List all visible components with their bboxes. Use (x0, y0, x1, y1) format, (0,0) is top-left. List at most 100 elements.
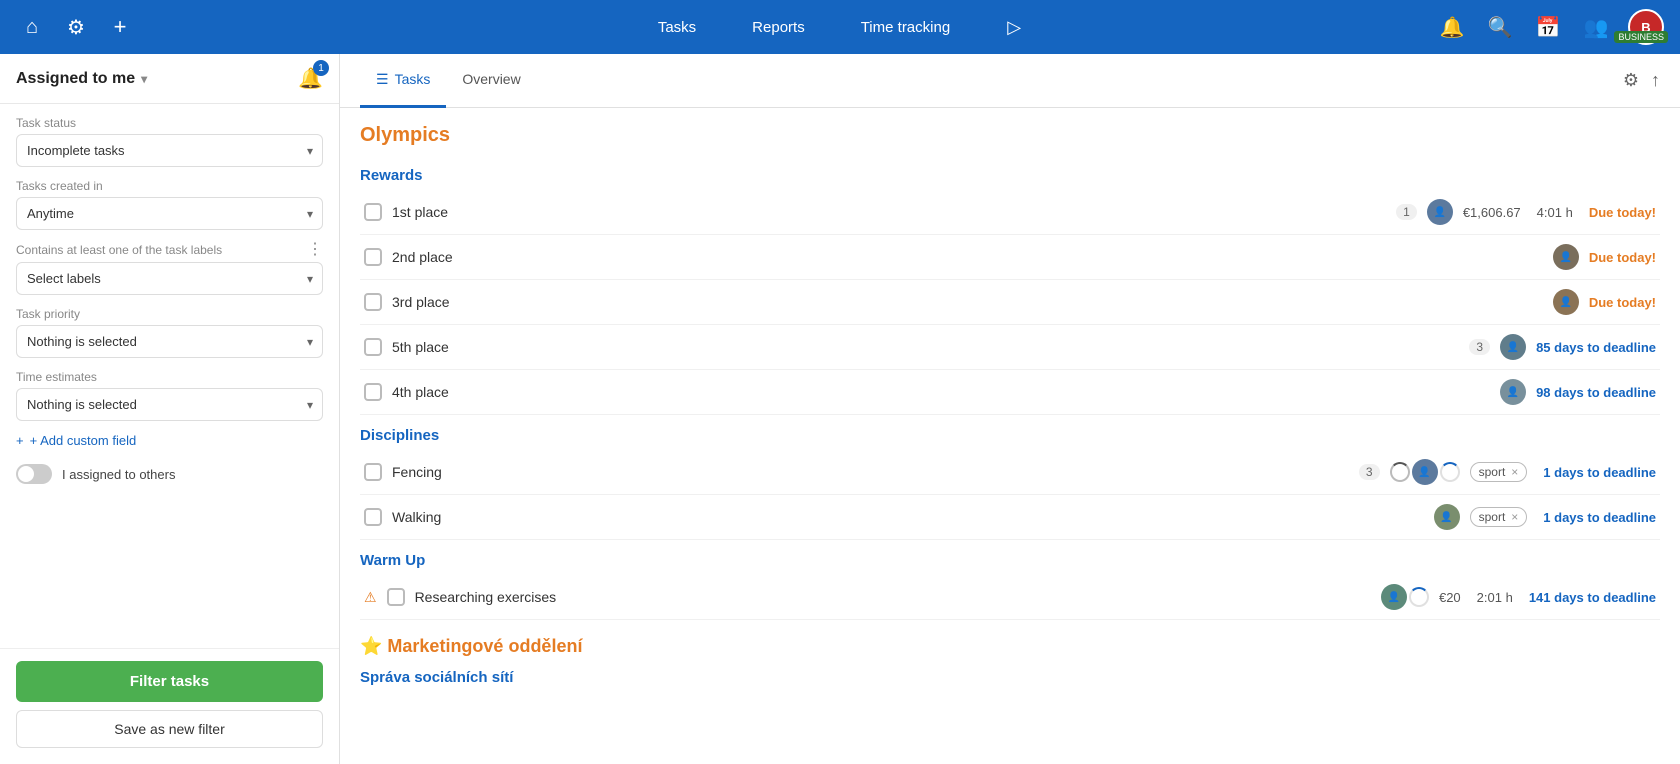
progress-circle-icon (1409, 587, 1429, 607)
task-deadline: 1 days to deadline (1543, 510, 1656, 525)
remove-tag-icon[interactable]: × (1511, 510, 1518, 524)
table-row[interactable]: 1st place 1 👤 €1,606.67 4:01 h Due today… (360, 190, 1660, 235)
more-options-icon[interactable]: ⋮ (307, 242, 323, 258)
add-icon[interactable]: + (104, 11, 136, 43)
sport-tag: sport × (1470, 462, 1528, 482)
task-checkbox[interactable] (364, 293, 382, 311)
calendar-icon[interactable]: 📅 (1532, 11, 1564, 43)
assigned-to-others-toggle[interactable] (16, 464, 52, 484)
play-icon[interactable]: ▷ (998, 11, 1030, 43)
table-row[interactable]: Walking 👤 sport × 1 days to deadline (360, 495, 1660, 540)
task-name: 2nd place (392, 249, 1543, 265)
time-label: Time estimates (16, 370, 323, 384)
nav-reports[interactable]: Reports (744, 15, 813, 40)
tab-overview[interactable]: Overview (446, 54, 536, 108)
time-select-wrap: Nothing is selected ▾ (16, 388, 323, 421)
task-meta: €1,606.67 4:01 h Due today! (1463, 205, 1656, 220)
tasks-created-select-wrap: Anytime Today This week This month ▾ (16, 197, 323, 230)
task-name: 5th place (392, 339, 1459, 355)
settings-icon[interactable]: ⚙ (1623, 70, 1639, 91)
tab-tasks[interactable]: ☰ Tasks (360, 54, 446, 108)
task-deadline: 1 days to deadline (1543, 465, 1656, 480)
task-deadline: Due today! (1589, 205, 1656, 220)
sidebar-footer: Filter tasks Save as new filter (0, 648, 339, 764)
sidebar-title-text: Assigned to me (16, 70, 135, 88)
task-name: Walking (392, 509, 1424, 525)
avatar: 👤 (1553, 289, 1579, 315)
assigned-to-me-title[interactable]: Assigned to me ▾ (16, 70, 147, 88)
list-icon: ☰ (376, 71, 389, 88)
priority-label: Task priority (16, 307, 323, 321)
task-avatars: 👤 (1427, 199, 1453, 225)
tasks-header-right: ⚙ ↑ (1623, 70, 1660, 91)
tasks-header: ☰ Tasks Overview ⚙ ↑ (340, 54, 1680, 108)
task-deadline: Due today! (1589, 295, 1656, 310)
task-list: Olympics Rewards 1st place 1 👤 €1,606.67… (340, 108, 1680, 764)
task-deadline: 141 days to deadline (1529, 590, 1656, 605)
priority-select[interactable]: Nothing is selected Low Medium High (16, 325, 323, 358)
task-avatars: 👤 (1500, 379, 1526, 405)
save-as-new-filter-button[interactable]: Save as new filter (16, 710, 323, 748)
task-avatars: 👤 (1434, 504, 1460, 530)
chevron-down-icon: ▾ (141, 72, 147, 86)
task-status-label: Task status (16, 116, 323, 130)
plus-icon: + (16, 433, 24, 448)
nav-time-tracking[interactable]: Time tracking (853, 15, 958, 40)
task-checkbox[interactable] (364, 203, 382, 221)
table-row[interactable]: 4th place 👤 98 days to deadline (360, 370, 1660, 415)
tasks-tabs: ☰ Tasks Overview (360, 54, 537, 108)
task-status-select[interactable]: Incomplete tasks Complete tasks All task… (16, 134, 323, 167)
sidebar: Assigned to me ▾ 🔔 1 Task status Incompl… (0, 54, 340, 764)
task-avatars: 👤 (1381, 584, 1429, 610)
table-row[interactable]: ⚠ Researching exercises 👤 €20 2:01 h 141… (360, 575, 1660, 620)
task-time: 2:01 h (1477, 590, 1513, 605)
tasks-created-select[interactable]: Anytime Today This week This month (16, 197, 323, 230)
group-disciplines: Disciplines (360, 415, 1660, 450)
nav-projects[interactable]: Tasks (650, 15, 704, 40)
avatar: 👤 (1427, 199, 1453, 225)
search-icon[interactable]: 🔍 (1484, 11, 1516, 43)
task-meta: 98 days to deadline (1536, 385, 1656, 400)
task-count: 1 (1396, 204, 1417, 220)
project-olympics: Olympics (360, 108, 1660, 155)
notifications-icon[interactable]: 🔔 (1436, 11, 1468, 43)
toggle-row: I assigned to others (16, 456, 323, 492)
progress-circle-icon (1440, 462, 1460, 482)
notification-bell[interactable]: 🔔 1 (298, 66, 323, 91)
top-navigation: ⌂ ⚙ + Tasks Reports Time tracking ▷ 🔔 🔍 … (0, 0, 1680, 54)
users-icon[interactable]: 👥 (1580, 11, 1612, 43)
home-icon[interactable]: ⌂ (16, 11, 48, 43)
task-price: €20 (1439, 590, 1461, 605)
labels-select[interactable]: Select labels (16, 262, 323, 295)
table-row[interactable]: 5th place 3 👤 85 days to deadline (360, 325, 1660, 370)
time-select[interactable]: Nothing is selected (16, 388, 323, 421)
task-checkbox[interactable] (364, 248, 382, 266)
settings-icon[interactable]: ⚙ (60, 11, 92, 43)
notification-badge: 1 (313, 60, 329, 76)
tasks-created-label: Tasks created in (16, 179, 323, 193)
task-deadline: 85 days to deadline (1536, 340, 1656, 355)
task-checkbox[interactable] (364, 463, 382, 481)
table-row[interactable]: 2nd place 👤 Due today! (360, 235, 1660, 280)
task-checkbox[interactable] (364, 338, 382, 356)
task-checkbox[interactable] (387, 588, 405, 606)
filter-tasks-button[interactable]: Filter tasks (16, 661, 323, 702)
avatar[interactable]: B BUSINESS (1628, 9, 1664, 45)
toggle-label: I assigned to others (62, 467, 175, 482)
share-icon[interactable]: ↑ (1651, 70, 1660, 91)
task-price: €1,606.67 (1463, 205, 1521, 220)
task-avatars: 👤 (1390, 459, 1460, 485)
table-row[interactable]: 3rd place 👤 Due today! (360, 280, 1660, 325)
task-meta: Due today! (1589, 295, 1656, 310)
labels-select-wrap: Select labels ▾ (16, 262, 323, 295)
task-name: Researching exercises (415, 589, 1371, 605)
remove-tag-icon[interactable]: × (1511, 465, 1518, 479)
task-name: 1st place (392, 204, 1386, 220)
task-checkbox[interactable] (364, 383, 382, 401)
table-row[interactable]: Fencing 3 👤 sport × 1 days to deadline (360, 450, 1660, 495)
task-checkbox[interactable] (364, 508, 382, 526)
task-avatars: 👤 (1553, 289, 1579, 315)
add-custom-field-button[interactable]: + + Add custom field (16, 425, 323, 456)
warning-icon: ⚠ (364, 589, 377, 606)
task-meta: Due today! (1589, 250, 1656, 265)
